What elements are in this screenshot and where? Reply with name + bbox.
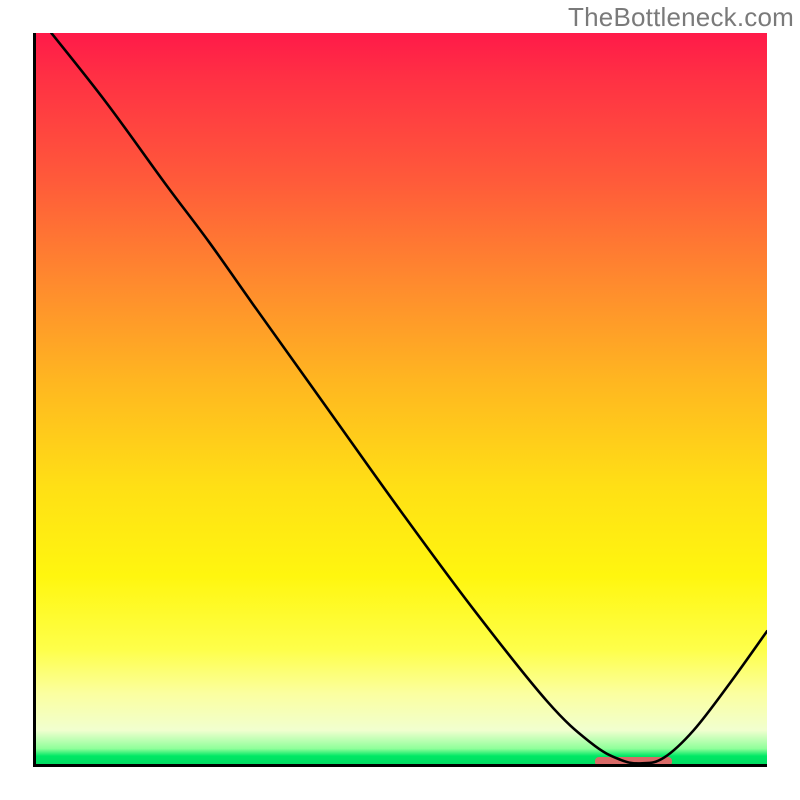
chart-curve-svg [33,33,767,767]
watermark-text: TheBottleneck.com [568,2,794,33]
bottleneck-curve-line [51,33,767,763]
chart-plot-area [33,33,767,767]
